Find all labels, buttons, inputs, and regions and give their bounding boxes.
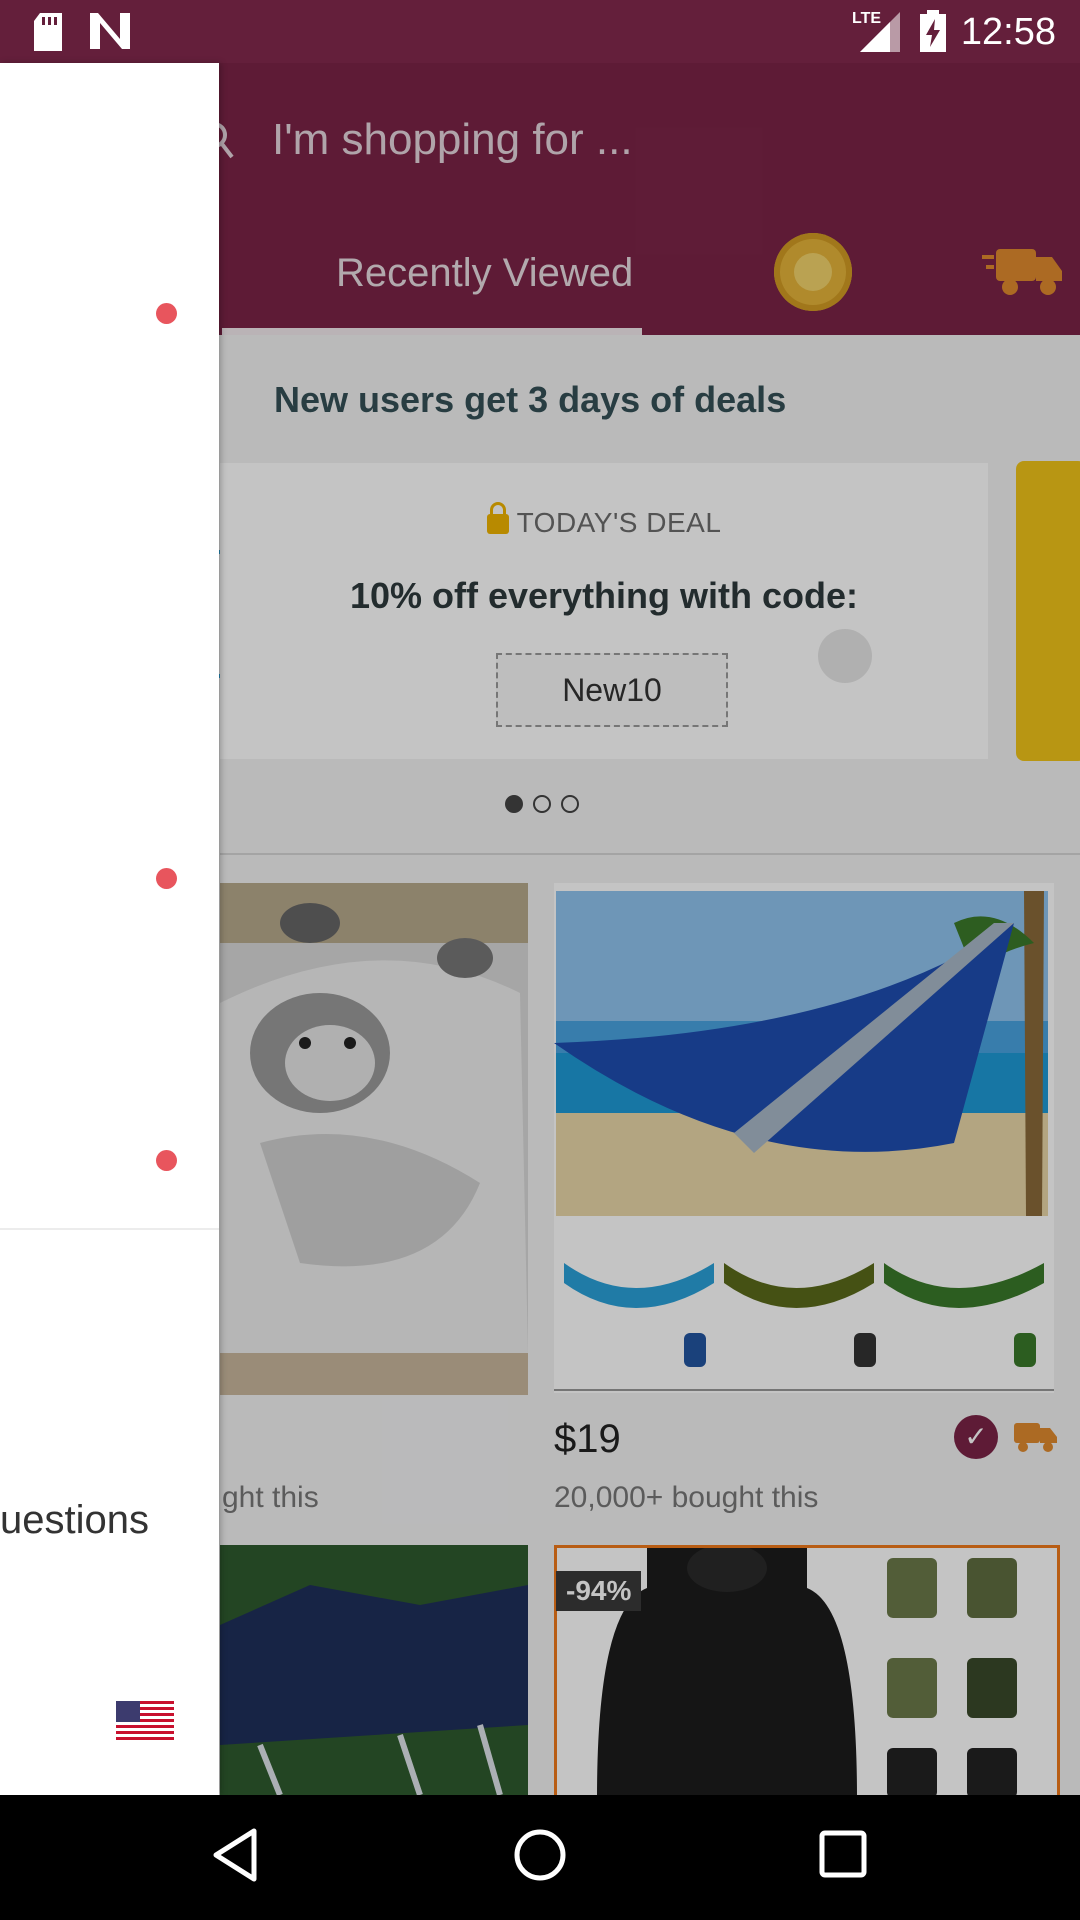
system-navigation-bar (0, 1795, 1080, 1920)
back-icon[interactable] (210, 1827, 260, 1883)
home-icon[interactable] (512, 1827, 568, 1883)
notification-dot (156, 303, 177, 324)
notification-dot (156, 1150, 177, 1171)
notification-dot (156, 868, 177, 889)
recents-icon[interactable] (818, 1829, 868, 1879)
n-logo-icon (90, 13, 130, 49)
drawer-divider (0, 1228, 219, 1230)
status-bar: LTE 12:58 (0, 0, 1080, 63)
drawer-item-questions[interactable]: uestions (0, 1498, 149, 1543)
sd-card-icon (34, 13, 62, 51)
navigation-drawer: uestions (0, 63, 219, 1795)
us-flag-icon[interactable] (116, 1701, 174, 1741)
signal-icon (860, 12, 900, 52)
clock: 12:58 (960, 11, 1056, 53)
battery-charging-icon (920, 10, 946, 52)
